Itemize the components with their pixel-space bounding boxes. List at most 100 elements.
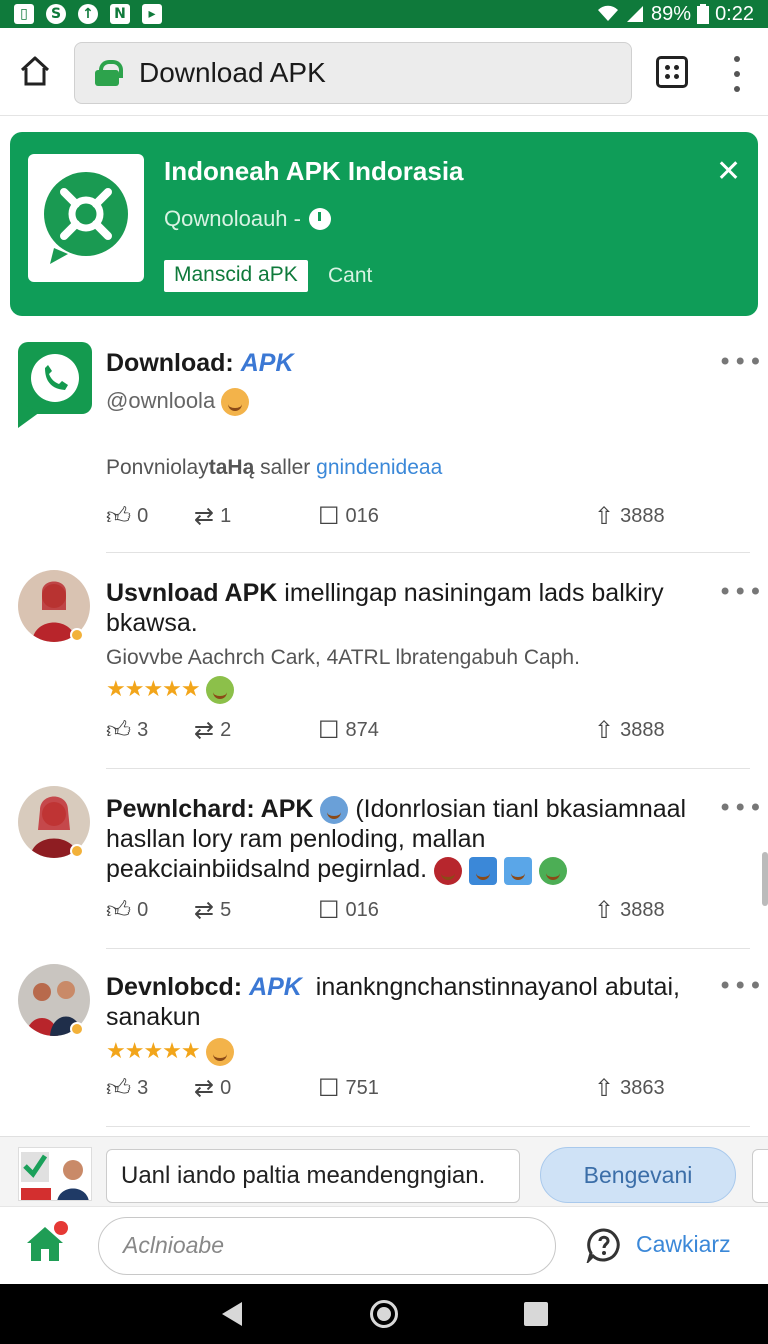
post-author[interactable]: Usvnload APK (106, 579, 277, 607)
ad-action-button[interactable]: Bengevani (540, 1147, 736, 1203)
overflow-menu-icon[interactable] (730, 56, 744, 92)
post-actions: 👍︎ 0 ⇄ 1 ☐ 016 ⇧ 3888 (106, 502, 680, 532)
comment-button[interactable]: ☐ 751 (318, 1074, 379, 1102)
like-button[interactable]: 👍︎ 0 (106, 502, 148, 531)
comment-button[interactable]: ☐ 874 (318, 716, 379, 744)
comment-button[interactable]: ☐ 016 (318, 502, 379, 530)
post-card: Usvnload APK imellingap nasiningam lads … (0, 570, 768, 770)
share-button[interactable]: ⇧ 3863 (594, 1074, 665, 1102)
recent-apps-icon[interactable] (524, 1302, 548, 1326)
person-emoji-icon (320, 796, 349, 825)
wifi-icon (598, 5, 619, 21)
post-content: Pewnlchard: APK (Idonrlosian tianl bkasi… (106, 794, 696, 885)
app-avatar-icon[interactable] (18, 342, 92, 428)
online-indicator (70, 1022, 84, 1036)
share-count: 3863 (620, 1076, 665, 1099)
app-logo (28, 154, 144, 282)
post-author-tag: APK (249, 973, 302, 1001)
post-meta: Giovvbe Aachrch Cark, 4ATRL lbratengabuh… (106, 646, 580, 669)
close-icon[interactable]: ✕ (716, 154, 741, 189)
more-options-icon[interactable]: ••• (718, 348, 763, 376)
repost-icon: ⇄ (194, 502, 215, 530)
battery-icon (697, 4, 710, 24)
meta-bold: taHą (208, 456, 255, 480)
post-actions: 👍︎ 0 ⇄ 5 ☐ 016 ⇧ 3888 (106, 896, 680, 926)
more-options-icon[interactable]: ••• (718, 972, 763, 1000)
share-button[interactable]: ⇧ 3888 (594, 716, 665, 744)
banner-title: Indoneah APK Indorasia (164, 156, 464, 186)
repost-count: 5 (220, 898, 232, 921)
like-count: 3 (137, 719, 149, 741)
ad-next-card[interactable] (752, 1149, 768, 1203)
ad-text-field[interactable]: Uanl iando paltia meandengngian. (106, 1149, 520, 1203)
app-icon: ▯ (14, 4, 34, 24)
cancel-link[interactable]: Cant (328, 264, 372, 288)
online-indicator (70, 844, 84, 858)
comment-count: 016 (345, 898, 379, 921)
rating-stars: ★★★★★ (106, 1038, 696, 1066)
comment-icon: ☐ (318, 896, 340, 924)
repost-button[interactable]: ⇄ 0 (194, 1074, 231, 1102)
like-button[interactable]: 👍︎ 3 (106, 716, 148, 745)
battery-percent: 89% (651, 2, 692, 25)
post-content: Devnlobcd: APK inankngnchanstinnayanol a… (106, 972, 696, 1066)
divider (106, 552, 750, 553)
repost-count: 0 (220, 1076, 232, 1099)
chat-icon[interactable] (586, 1227, 622, 1263)
post-handle: @ownloola (106, 388, 696, 417)
post-author[interactable]: Download: (106, 349, 234, 377)
upload-icon: ↑ (78, 4, 98, 24)
like-icon: 👍︎ (106, 896, 132, 924)
back-icon[interactable] (222, 1302, 242, 1326)
notification-icons: ▯ S ↑ N ▸ (14, 4, 162, 24)
like-button[interactable]: 👍︎ 3 (106, 1074, 148, 1103)
lock-icon (95, 60, 123, 86)
post-author[interactable]: Pewnlchard: APK (106, 795, 313, 823)
bottom-nav: Aclnioabe Cawkiarz (0, 1206, 768, 1284)
stars-text: ★★★★★ (106, 1039, 201, 1064)
like-button[interactable]: 👍︎ 0 (106, 896, 148, 925)
home-icon[interactable] (18, 54, 52, 88)
meta-link[interactable]: gnindenideaa (316, 456, 442, 479)
share-count: 3888 (620, 504, 665, 527)
post-title: Pewnlchard: APK (Idonrlosian tianl bkasi… (106, 794, 696, 885)
more-options-icon[interactable]: ••• (718, 578, 763, 606)
post-actions: 👍︎ 3 ⇄ 2 ☐ 874 ⇧ 3888 (106, 716, 680, 746)
like-count: 3 (137, 1077, 149, 1099)
app-logo-icon (44, 172, 128, 264)
online-indicator (70, 628, 84, 642)
post-author-tag: APK (240, 349, 294, 377)
share-icon: ⇧ (594, 502, 615, 530)
comment-icon: ☐ (318, 502, 340, 530)
address-bar[interactable]: Download APK (74, 42, 632, 104)
post-author[interactable]: Devnlobcd: (106, 973, 242, 1001)
chat-label[interactable]: Cawkiarz (636, 1231, 731, 1258)
repost-button[interactable]: ⇄ 2 (194, 716, 231, 744)
scrollbar[interactable] (762, 852, 768, 906)
install-button[interactable]: Manscid aPK (164, 260, 308, 292)
share-count: 3888 (620, 718, 665, 741)
share-button[interactable]: ⇧ 3888 (594, 896, 665, 924)
share-button[interactable]: ⇧ 3888 (594, 502, 665, 530)
repost-button[interactable]: ⇄ 5 (194, 896, 231, 924)
compose-input[interactable]: Aclnioabe (98, 1217, 556, 1275)
system-navigation-bar (0, 1284, 768, 1344)
share-count: 3888 (620, 898, 665, 921)
tabs-icon[interactable] (656, 56, 688, 88)
divider (106, 1126, 750, 1127)
box-emoji-icon (503, 856, 532, 885)
smile-emoji-icon (205, 1038, 234, 1066)
system-home-icon[interactable] (370, 1300, 398, 1328)
like-icon: 👍︎ (106, 1074, 132, 1102)
more-options-icon[interactable]: ••• (718, 794, 763, 822)
post-card: Devnlobcd: APK inankngnchanstinnayanol a… (0, 964, 768, 1132)
repost-button[interactable]: ⇄ 1 (194, 502, 231, 530)
clock: 0:22 (715, 2, 754, 25)
ad-thumbnail[interactable] (18, 1147, 92, 1201)
share-icon: ⇧ (594, 896, 615, 924)
cycle-emoji-icon (538, 856, 567, 885)
share-icon: ⇧ (594, 716, 615, 744)
signal-icon (627, 6, 644, 22)
smile-emoji-icon (221, 388, 250, 417)
comment-button[interactable]: ☐ 016 (318, 896, 379, 924)
